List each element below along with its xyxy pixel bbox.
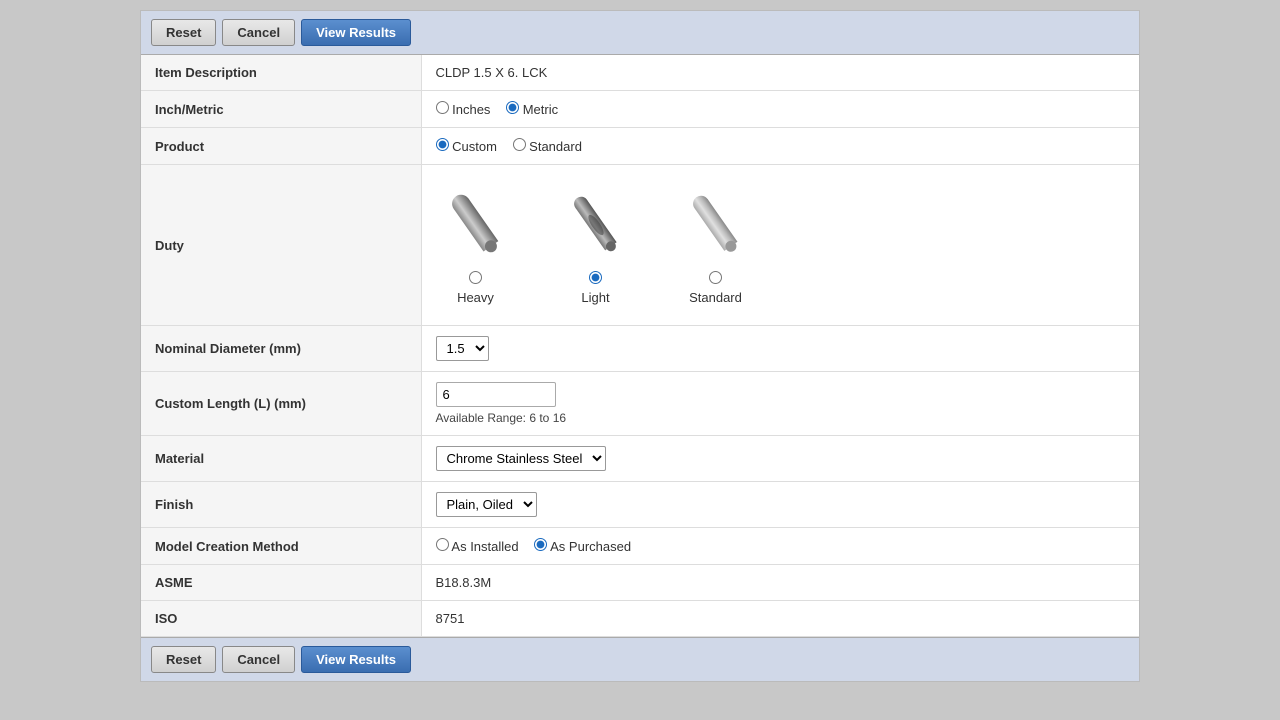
duty-options: Heavy — [436, 175, 1126, 315]
custom-length-value: Available Range: 6 to 16 — [421, 372, 1139, 436]
material-select[interactable]: Chrome Stainless Steel Carbon Steel Stai… — [436, 446, 606, 471]
as-installed-option[interactable]: As Installed — [436, 539, 523, 554]
iso-value: 8751 — [421, 601, 1139, 637]
standard-duty-radio[interactable] — [709, 271, 722, 284]
inch-metric-value: Inches Metric — [421, 91, 1139, 128]
duty-value: Heavy — [421, 165, 1139, 326]
duty-label: Duty — [141, 165, 421, 326]
as-installed-radio[interactable] — [436, 538, 449, 551]
metric-label: Metric — [523, 102, 558, 117]
item-description-value: CLDP 1.5 X 6. LCK — [421, 55, 1139, 91]
standard-duty-label: Standard — [689, 290, 742, 305]
cancel-button-top[interactable]: Cancel — [222, 19, 295, 46]
view-results-button-top[interactable]: View Results — [301, 19, 411, 46]
product-row: Product Custom Standard — [141, 128, 1139, 165]
model-creation-value: As Installed As Purchased — [421, 528, 1139, 565]
nominal-diameter-value: 1.5 2.0 2.5 3.0 — [421, 326, 1139, 372]
asme-value: B18.8.3M — [421, 565, 1139, 601]
custom-option[interactable]: Custom — [436, 139, 501, 154]
nominal-diameter-label: Nominal Diameter (mm) — [141, 326, 421, 372]
as-purchased-radio[interactable] — [534, 538, 547, 551]
heavy-pin-image — [436, 185, 516, 265]
reset-button-bottom[interactable]: Reset — [151, 646, 216, 673]
light-duty-radio[interactable] — [589, 271, 602, 284]
duty-heavy-option: Heavy — [436, 185, 516, 305]
custom-label: Custom — [452, 139, 497, 154]
standard-option[interactable]: Standard — [513, 139, 582, 154]
duty-row: Duty — [141, 165, 1139, 326]
inch-metric-row: Inch/Metric Inches Metric — [141, 91, 1139, 128]
finish-value: Plain, Oiled Zinc Plated None — [421, 482, 1139, 528]
product-label: Product — [141, 128, 421, 165]
finish-label: Finish — [141, 482, 421, 528]
custom-radio[interactable] — [436, 138, 449, 151]
inch-metric-label: Inch/Metric — [141, 91, 421, 128]
material-row: Material Chrome Stainless Steel Carbon S… — [141, 436, 1139, 482]
finish-row: Finish Plain, Oiled Zinc Plated None — [141, 482, 1139, 528]
custom-length-input[interactable] — [436, 382, 556, 407]
standard-pin-image — [676, 185, 756, 265]
material-value: Chrome Stainless Steel Carbon Steel Stai… — [421, 436, 1139, 482]
view-results-button-bottom[interactable]: View Results — [301, 646, 411, 673]
form-table: Item Description CLDP 1.5 X 6. LCK Inch/… — [141, 55, 1139, 637]
light-duty-label: Light — [581, 290, 609, 305]
bottom-toolbar: Reset Cancel View Results — [141, 637, 1139, 681]
model-creation-label: Model Creation Method — [141, 528, 421, 565]
page-wrapper: Reset Cancel View Results Item Descripti… — [140, 10, 1140, 682]
item-description-row: Item Description CLDP 1.5 X 6. LCK — [141, 55, 1139, 91]
cancel-button-bottom[interactable]: Cancel — [222, 646, 295, 673]
asme-label: ASME — [141, 565, 421, 601]
as-purchased-option[interactable]: As Purchased — [534, 539, 631, 554]
metric-radio[interactable] — [506, 101, 519, 114]
model-creation-row: Model Creation Method As Installed As Pu… — [141, 528, 1139, 565]
light-pin-image — [556, 185, 636, 265]
iso-label: ISO — [141, 601, 421, 637]
custom-length-label: Custom Length (L) (mm) — [141, 372, 421, 436]
heavy-duty-radio[interactable] — [469, 271, 482, 284]
inches-option[interactable]: Inches — [436, 102, 495, 117]
top-toolbar: Reset Cancel View Results — [141, 11, 1139, 55]
inches-radio[interactable] — [436, 101, 449, 114]
inches-label: Inches — [452, 102, 490, 117]
reset-button-top[interactable]: Reset — [151, 19, 216, 46]
standard-radio[interactable] — [513, 138, 526, 151]
asme-row: ASME B18.8.3M — [141, 565, 1139, 601]
product-value: Custom Standard — [421, 128, 1139, 165]
metric-option[interactable]: Metric — [506, 102, 558, 117]
iso-row: ISO 8751 — [141, 601, 1139, 637]
duty-standard-option: Standard — [676, 185, 756, 305]
nominal-diameter-row: Nominal Diameter (mm) 1.5 2.0 2.5 3.0 — [141, 326, 1139, 372]
nominal-diameter-select[interactable]: 1.5 2.0 2.5 3.0 — [436, 336, 489, 361]
duty-light-option: Light — [556, 185, 636, 305]
item-description-label: Item Description — [141, 55, 421, 91]
material-label: Material — [141, 436, 421, 482]
finish-select[interactable]: Plain, Oiled Zinc Plated None — [436, 492, 537, 517]
as-installed-label: As Installed — [451, 539, 518, 554]
heavy-duty-label: Heavy — [457, 290, 494, 305]
standard-label: Standard — [529, 139, 582, 154]
custom-length-range: Available Range: 6 to 16 — [436, 411, 1126, 425]
custom-length-row: Custom Length (L) (mm) Available Range: … — [141, 372, 1139, 436]
as-purchased-label: As Purchased — [550, 539, 631, 554]
